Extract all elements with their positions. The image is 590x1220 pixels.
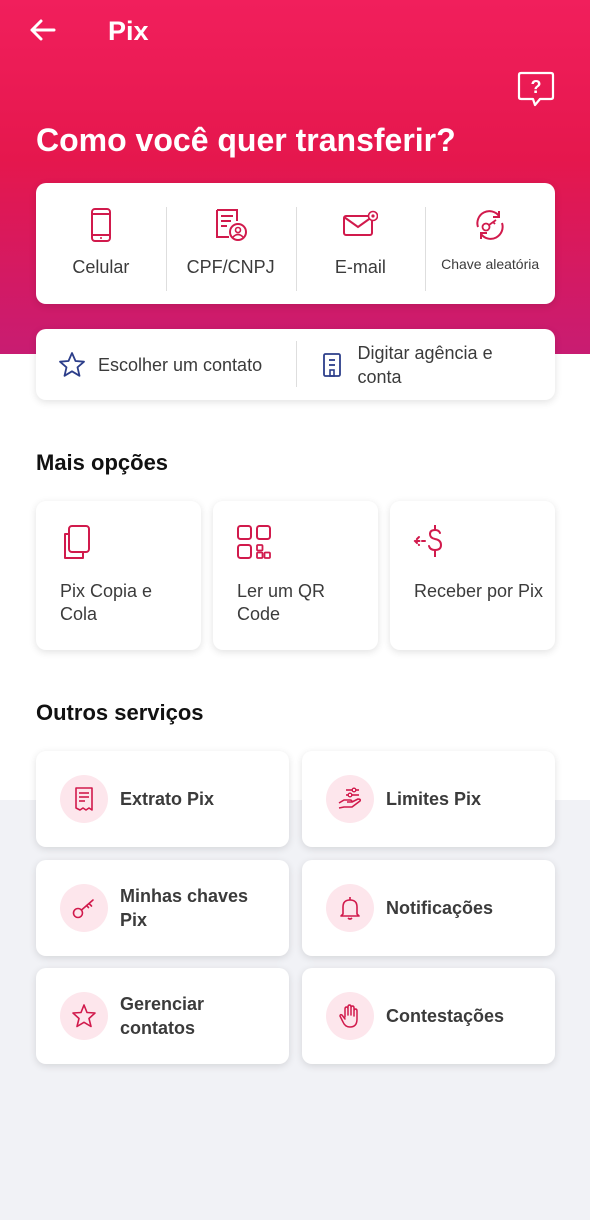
enter-agency-account-option[interactable]: Digitar agência e conta: [295, 329, 556, 400]
pix-statement-card[interactable]: Extrato Pix: [36, 751, 289, 847]
copy-icon: [64, 525, 90, 559]
help-icon: ?: [517, 71, 555, 107]
icon-circle: [326, 992, 374, 1040]
transfer-methods-card: Celular CPF/CNPJ E-mail Chave aleatória: [36, 183, 555, 304]
service-label: Extrato Pix: [120, 789, 215, 809]
option-label: Receber por Pix: [414, 581, 544, 601]
my-pix-keys-card[interactable]: Minhas chaves Pix: [36, 860, 289, 956]
icon-circle: [60, 884, 108, 932]
pix-limits-card[interactable]: Limites Pix: [302, 751, 555, 847]
option-label: Ler um QR Code: [237, 581, 326, 624]
choose-contact-option[interactable]: Escolher um contato: [36, 329, 296, 400]
service-label: Minhas chaves Pix: [120, 886, 249, 930]
statement-icon: [75, 787, 93, 811]
disputes-card[interactable]: Contestações: [302, 968, 555, 1064]
help-button[interactable]: ?: [516, 70, 556, 108]
manage-contacts-card[interactable]: Gerenciar contatos: [36, 968, 289, 1064]
notifications-card[interactable]: Notificações: [302, 860, 555, 956]
service-label: Gerenciar contatos: [120, 994, 205, 1038]
receive-money-icon: [413, 525, 443, 557]
method-celular[interactable]: Celular: [36, 183, 166, 304]
method-label: CPF/CNPJ: [186, 257, 275, 277]
back-button[interactable]: [26, 14, 58, 46]
contact-option-label: Escolher um contato: [98, 354, 263, 375]
contact-options-card: Escolher um contato Digitar agência e co…: [36, 329, 555, 400]
qr-code-icon: [237, 525, 271, 559]
bank-building-icon: [322, 352, 341, 377]
method-cpf-cnpj[interactable]: CPF/CNPJ: [165, 183, 296, 304]
limits-icon: [338, 787, 362, 809]
random-key-icon: [476, 210, 504, 240]
more-options-title: Mais opções: [36, 450, 169, 475]
smartphone-icon: [90, 208, 111, 242]
service-label: Limites Pix: [386, 789, 482, 809]
hand-icon: [339, 1004, 358, 1028]
contact-option-label: Digitar agência e conta: [357, 342, 493, 387]
service-label: Notificações: [386, 898, 494, 918]
option-label: Pix Copia e Cola: [60, 581, 153, 624]
star-icon: [72, 1004, 96, 1028]
icon-circle: [60, 992, 108, 1040]
star-icon: [59, 351, 85, 377]
icon-circle: [60, 775, 108, 823]
method-email[interactable]: E-mail: [295, 183, 426, 304]
bell-icon: [340, 897, 360, 920]
page-title: Pix: [108, 16, 149, 46]
method-label: Chave aleatória: [441, 256, 540, 272]
icon-circle: [326, 884, 374, 932]
other-services-title: Outros serviços: [36, 700, 204, 725]
method-label: Celular: [72, 257, 130, 277]
email-icon: [343, 210, 379, 236]
service-label: Contestações: [386, 1006, 505, 1026]
key-icon: [72, 899, 94, 919]
pix-copy-paste-card[interactable]: Pix Copia e Cola: [36, 501, 201, 650]
read-qr-code-card[interactable]: Ler um QR Code: [213, 501, 378, 650]
icon-circle: [326, 775, 374, 823]
method-label: E-mail: [334, 257, 386, 277]
arrow-left-icon: [30, 19, 56, 41]
receive-pix-card[interactable]: Receber por Pix: [390, 501, 555, 650]
id-document-icon: [215, 209, 247, 241]
svg-text:?: ?: [531, 77, 542, 97]
method-chave-aleatoria[interactable]: Chave aleatória: [425, 183, 555, 304]
hero-heading: Como você quer transferir?: [36, 122, 456, 158]
